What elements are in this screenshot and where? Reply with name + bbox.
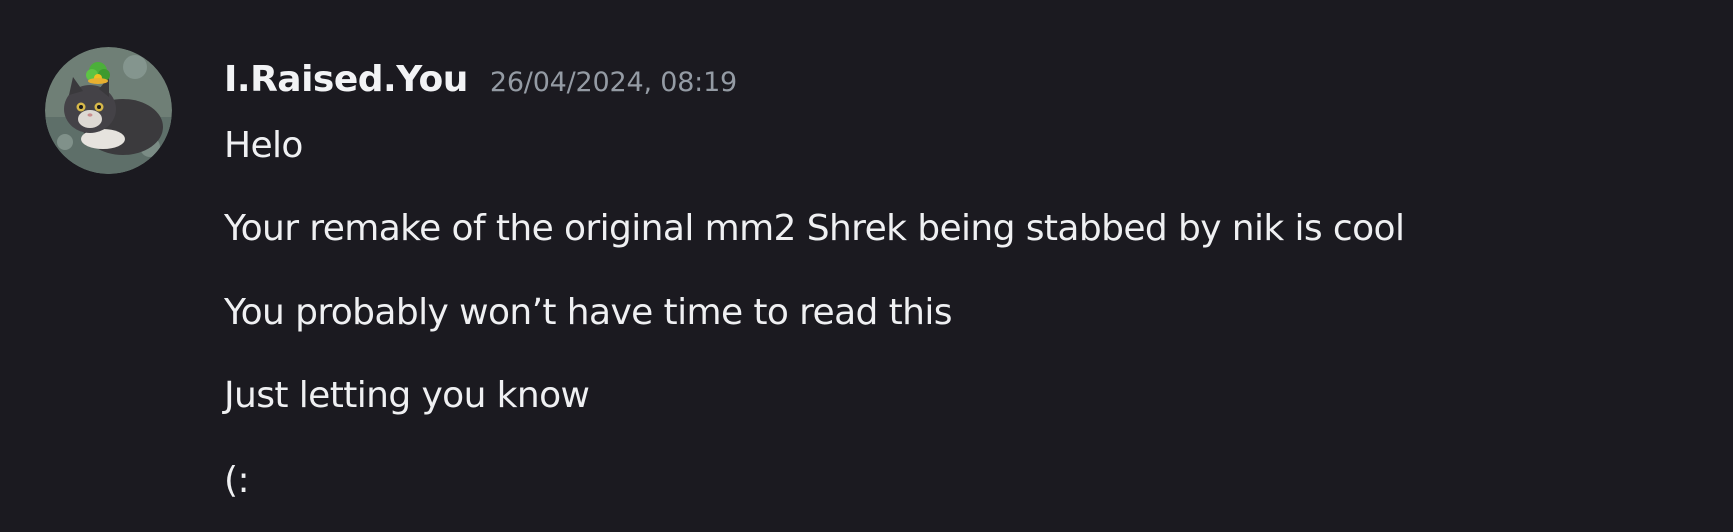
message-line: (:: [224, 460, 250, 501]
username[interactable]: I.Raised.You: [224, 59, 468, 100]
message-line: Just letting you know: [224, 375, 590, 416]
message-header: I.Raised.You 26/04/2024, 08:19: [224, 52, 737, 108]
cat-avatar-icon: [45, 47, 172, 174]
user-avatar[interactable]: [45, 47, 172, 174]
message-line: You probably won’t have time to read thi…: [224, 292, 953, 333]
message-line: Your remake of the original mm2 Shrek be…: [224, 208, 1405, 249]
timestamp: 26/04/2024, 08:19: [489, 67, 738, 98]
message-line: Helo: [224, 125, 303, 166]
chat-message: I.Raised.You 26/04/2024, 08:19 Helo Your …: [0, 0, 1733, 532]
